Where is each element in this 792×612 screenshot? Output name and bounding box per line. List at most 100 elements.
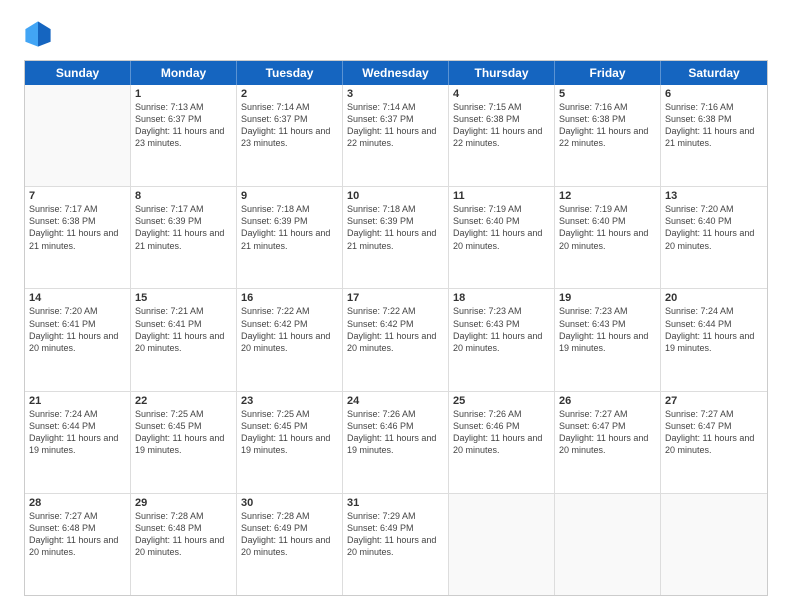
- day-cell: 23Sunrise: 7:25 AM Sunset: 6:45 PM Dayli…: [237, 392, 343, 493]
- cell-info: Sunrise: 7:16 AM Sunset: 6:38 PM Dayligh…: [559, 101, 656, 150]
- day-cell: 29Sunrise: 7:28 AM Sunset: 6:48 PM Dayli…: [131, 494, 237, 595]
- empty-cell: [25, 85, 131, 186]
- cell-info: Sunrise: 7:15 AM Sunset: 6:38 PM Dayligh…: [453, 101, 550, 150]
- day-cell: 19Sunrise: 7:23 AM Sunset: 6:43 PM Dayli…: [555, 289, 661, 390]
- day-cell: 28Sunrise: 7:27 AM Sunset: 6:48 PM Dayli…: [25, 494, 131, 595]
- day-number: 5: [559, 88, 656, 100]
- day-number: 24: [347, 395, 444, 407]
- weekday-header: Monday: [131, 61, 237, 85]
- day-cell: 18Sunrise: 7:23 AM Sunset: 6:43 PM Dayli…: [449, 289, 555, 390]
- cell-info: Sunrise: 7:17 AM Sunset: 6:38 PM Dayligh…: [29, 203, 126, 252]
- day-cell: 14Sunrise: 7:20 AM Sunset: 6:41 PM Dayli…: [25, 289, 131, 390]
- weekday-header: Wednesday: [343, 61, 449, 85]
- cell-info: Sunrise: 7:17 AM Sunset: 6:39 PM Dayligh…: [135, 203, 232, 252]
- calendar: SundayMondayTuesdayWednesdayThursdayFrid…: [24, 60, 768, 596]
- day-number: 14: [29, 292, 126, 304]
- empty-cell: [449, 494, 555, 595]
- cell-info: Sunrise: 7:21 AM Sunset: 6:41 PM Dayligh…: [135, 305, 232, 354]
- day-number: 10: [347, 190, 444, 202]
- calendar-body: 1Sunrise: 7:13 AM Sunset: 6:37 PM Daylig…: [25, 85, 767, 595]
- day-number: 20: [665, 292, 763, 304]
- cell-info: Sunrise: 7:28 AM Sunset: 6:49 PM Dayligh…: [241, 510, 338, 559]
- day-cell: 5Sunrise: 7:16 AM Sunset: 6:38 PM Daylig…: [555, 85, 661, 186]
- weekday-header: Tuesday: [237, 61, 343, 85]
- day-cell: 4Sunrise: 7:15 AM Sunset: 6:38 PM Daylig…: [449, 85, 555, 186]
- day-cell: 8Sunrise: 7:17 AM Sunset: 6:39 PM Daylig…: [131, 187, 237, 288]
- day-number: 15: [135, 292, 232, 304]
- day-cell: 26Sunrise: 7:27 AM Sunset: 6:47 PM Dayli…: [555, 392, 661, 493]
- cell-info: Sunrise: 7:18 AM Sunset: 6:39 PM Dayligh…: [347, 203, 444, 252]
- cell-info: Sunrise: 7:14 AM Sunset: 6:37 PM Dayligh…: [241, 101, 338, 150]
- day-cell: 15Sunrise: 7:21 AM Sunset: 6:41 PM Dayli…: [131, 289, 237, 390]
- day-number: 7: [29, 190, 126, 202]
- cell-info: Sunrise: 7:13 AM Sunset: 6:37 PM Dayligh…: [135, 101, 232, 150]
- day-cell: 7Sunrise: 7:17 AM Sunset: 6:38 PM Daylig…: [25, 187, 131, 288]
- weekday-header: Sunday: [25, 61, 131, 85]
- cell-info: Sunrise: 7:19 AM Sunset: 6:40 PM Dayligh…: [453, 203, 550, 252]
- day-cell: 12Sunrise: 7:19 AM Sunset: 6:40 PM Dayli…: [555, 187, 661, 288]
- cell-info: Sunrise: 7:14 AM Sunset: 6:37 PM Dayligh…: [347, 101, 444, 150]
- empty-cell: [661, 494, 767, 595]
- day-number: 11: [453, 190, 550, 202]
- day-cell: 22Sunrise: 7:25 AM Sunset: 6:45 PM Dayli…: [131, 392, 237, 493]
- day-cell: 2Sunrise: 7:14 AM Sunset: 6:37 PM Daylig…: [237, 85, 343, 186]
- day-cell: 31Sunrise: 7:29 AM Sunset: 6:49 PM Dayli…: [343, 494, 449, 595]
- cell-info: Sunrise: 7:27 AM Sunset: 6:47 PM Dayligh…: [665, 408, 763, 457]
- day-number: 6: [665, 88, 763, 100]
- day-cell: 11Sunrise: 7:19 AM Sunset: 6:40 PM Dayli…: [449, 187, 555, 288]
- cell-info: Sunrise: 7:20 AM Sunset: 6:41 PM Dayligh…: [29, 305, 126, 354]
- cell-info: Sunrise: 7:23 AM Sunset: 6:43 PM Dayligh…: [559, 305, 656, 354]
- cell-info: Sunrise: 7:18 AM Sunset: 6:39 PM Dayligh…: [241, 203, 338, 252]
- cell-info: Sunrise: 7:29 AM Sunset: 6:49 PM Dayligh…: [347, 510, 444, 559]
- day-number: 21: [29, 395, 126, 407]
- cell-info: Sunrise: 7:19 AM Sunset: 6:40 PM Dayligh…: [559, 203, 656, 252]
- cell-info: Sunrise: 7:25 AM Sunset: 6:45 PM Dayligh…: [241, 408, 338, 457]
- logo-icon: [24, 20, 52, 48]
- day-cell: 3Sunrise: 7:14 AM Sunset: 6:37 PM Daylig…: [343, 85, 449, 186]
- day-number: 29: [135, 497, 232, 509]
- header: [24, 20, 768, 48]
- weekday-header: Saturday: [661, 61, 767, 85]
- day-number: 28: [29, 497, 126, 509]
- day-cell: 10Sunrise: 7:18 AM Sunset: 6:39 PM Dayli…: [343, 187, 449, 288]
- page: SundayMondayTuesdayWednesdayThursdayFrid…: [0, 0, 792, 612]
- day-number: 1: [135, 88, 232, 100]
- weekday-header: Thursday: [449, 61, 555, 85]
- day-number: 25: [453, 395, 550, 407]
- day-number: 26: [559, 395, 656, 407]
- cell-info: Sunrise: 7:27 AM Sunset: 6:48 PM Dayligh…: [29, 510, 126, 559]
- day-cell: 13Sunrise: 7:20 AM Sunset: 6:40 PM Dayli…: [661, 187, 767, 288]
- cell-info: Sunrise: 7:26 AM Sunset: 6:46 PM Dayligh…: [347, 408, 444, 457]
- cell-info: Sunrise: 7:16 AM Sunset: 6:38 PM Dayligh…: [665, 101, 763, 150]
- day-cell: 21Sunrise: 7:24 AM Sunset: 6:44 PM Dayli…: [25, 392, 131, 493]
- calendar-row: 21Sunrise: 7:24 AM Sunset: 6:44 PM Dayli…: [25, 391, 767, 493]
- cell-info: Sunrise: 7:23 AM Sunset: 6:43 PM Dayligh…: [453, 305, 550, 354]
- day-number: 16: [241, 292, 338, 304]
- cell-info: Sunrise: 7:24 AM Sunset: 6:44 PM Dayligh…: [29, 408, 126, 457]
- day-cell: 9Sunrise: 7:18 AM Sunset: 6:39 PM Daylig…: [237, 187, 343, 288]
- day-number: 22: [135, 395, 232, 407]
- day-number: 30: [241, 497, 338, 509]
- calendar-header: SundayMondayTuesdayWednesdayThursdayFrid…: [25, 61, 767, 85]
- day-number: 19: [559, 292, 656, 304]
- empty-cell: [555, 494, 661, 595]
- day-number: 8: [135, 190, 232, 202]
- cell-info: Sunrise: 7:20 AM Sunset: 6:40 PM Dayligh…: [665, 203, 763, 252]
- day-cell: 17Sunrise: 7:22 AM Sunset: 6:42 PM Dayli…: [343, 289, 449, 390]
- day-cell: 6Sunrise: 7:16 AM Sunset: 6:38 PM Daylig…: [661, 85, 767, 186]
- day-cell: 25Sunrise: 7:26 AM Sunset: 6:46 PM Dayli…: [449, 392, 555, 493]
- day-cell: 16Sunrise: 7:22 AM Sunset: 6:42 PM Dayli…: [237, 289, 343, 390]
- calendar-row: 1Sunrise: 7:13 AM Sunset: 6:37 PM Daylig…: [25, 85, 767, 186]
- cell-info: Sunrise: 7:27 AM Sunset: 6:47 PM Dayligh…: [559, 408, 656, 457]
- day-number: 12: [559, 190, 656, 202]
- day-number: 18: [453, 292, 550, 304]
- weekday-header: Friday: [555, 61, 661, 85]
- cell-info: Sunrise: 7:28 AM Sunset: 6:48 PM Dayligh…: [135, 510, 232, 559]
- day-number: 17: [347, 292, 444, 304]
- day-cell: 27Sunrise: 7:27 AM Sunset: 6:47 PM Dayli…: [661, 392, 767, 493]
- logo: [24, 20, 56, 48]
- day-cell: 1Sunrise: 7:13 AM Sunset: 6:37 PM Daylig…: [131, 85, 237, 186]
- calendar-row: 28Sunrise: 7:27 AM Sunset: 6:48 PM Dayli…: [25, 493, 767, 595]
- cell-info: Sunrise: 7:22 AM Sunset: 6:42 PM Dayligh…: [347, 305, 444, 354]
- calendar-row: 7Sunrise: 7:17 AM Sunset: 6:38 PM Daylig…: [25, 186, 767, 288]
